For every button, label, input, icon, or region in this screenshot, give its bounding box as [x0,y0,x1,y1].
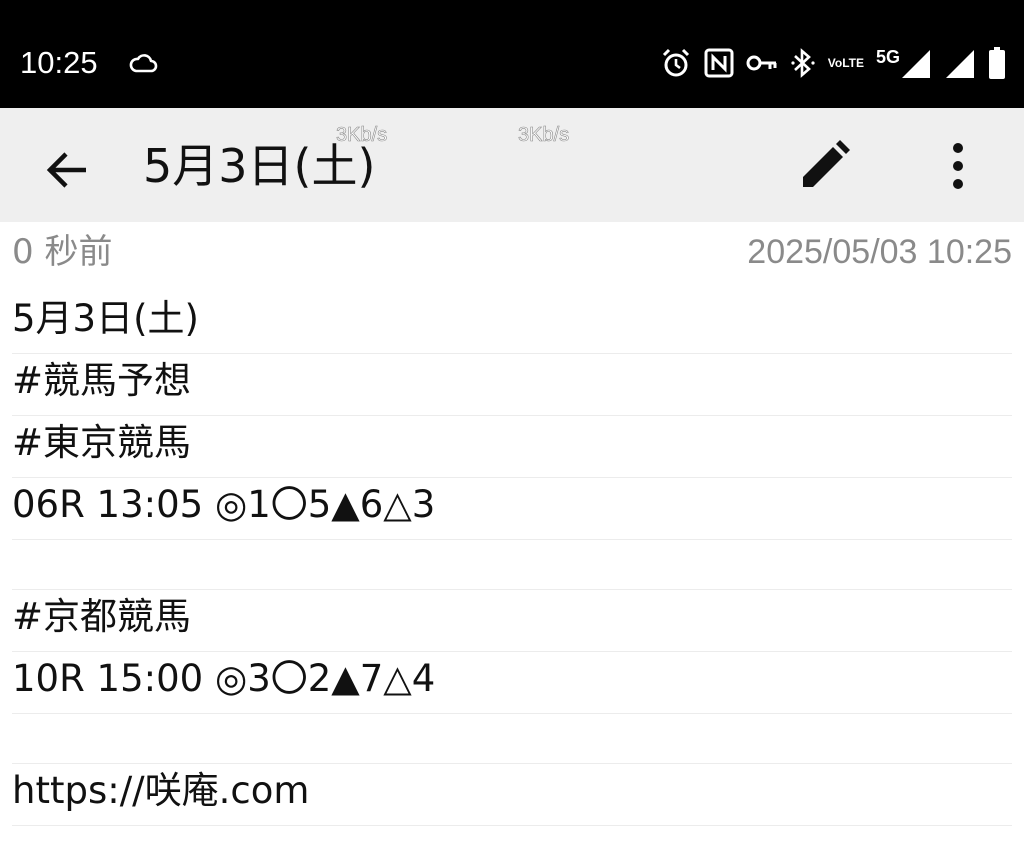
status-time: 10:25 [20,45,98,80]
battery-icon [988,44,1006,82]
note-body[interactable]: 5月3日(土) #競馬予想 #東京競馬 06R 13:05 ◎1〇5▲6△3 #… [12,292,1012,826]
pencil-icon [803,140,850,187]
back-button[interactable] [36,140,96,200]
more-vert-icon [953,143,963,189]
cloud-icon [129,54,158,73]
note-line-hashtag: #競馬予想 [12,354,1012,416]
signal-icon [902,50,930,78]
app-bar: 5月3日(土) 3Kb/s 3Kb/s [0,108,1024,222]
back-arrow-icon [46,152,86,188]
network-speed-overlay: 3Kb/s [336,124,388,147]
note-timestamp: 2025/05/03 10:25 [747,233,1012,271]
status-icons: Vo LTE 5G [660,44,1006,82]
note-line-empty [12,540,1012,590]
vpn-key-icon [746,44,778,82]
network-type: 5G [875,46,900,67]
bluetooth-icon [790,44,816,82]
nfc-icon [704,44,734,82]
note-line: 5月3日(土) [12,292,1012,354]
note-line-link[interactable]: https://咲庵.com [12,764,1012,826]
note-line: 10R 15:00 ◎3〇2▲7△4 [12,652,1012,714]
status-bar: 10:25 Vo LTE 5G [0,0,1024,108]
note-line-empty [12,714,1012,764]
edit-button[interactable] [794,136,854,196]
alarm-icon [660,44,692,82]
more-options-button[interactable] [928,136,988,196]
note-line-hashtag: #京都競馬 [12,590,1012,652]
note-line: 06R 13:05 ◎1〇5▲6△3 [12,478,1012,540]
signal-icon [944,44,976,82]
relative-time: 0 秒前 [12,232,113,272]
network-speed-overlay: 3Kb/s [518,124,570,147]
volte-icon: Vo LTE [827,55,864,70]
signal-5g-group: 5G [876,44,932,82]
note-line-hashtag: #東京競馬 [12,416,1012,478]
